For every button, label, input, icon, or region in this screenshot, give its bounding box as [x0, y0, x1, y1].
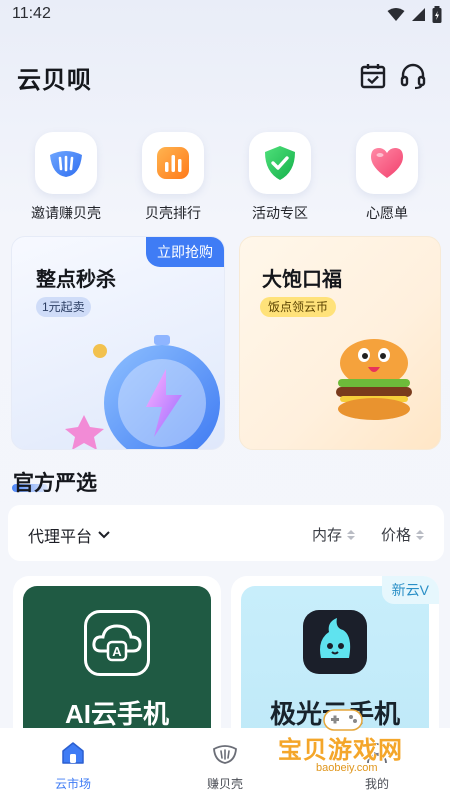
quick-menu-tile	[142, 132, 204, 194]
quick-menu-label: 心愿单	[366, 205, 408, 221]
nav-label: 赚贝壳	[206, 777, 243, 791]
quick-menu-wishlist[interactable]: 心愿单	[337, 132, 437, 223]
quick-menu-label: 邀请赚贝壳	[31, 205, 101, 221]
logo-letter: A	[112, 644, 122, 659]
flash-sale-tag: 1元起卖	[36, 297, 91, 317]
sort-price-label: 价格	[381, 527, 412, 544]
quick-menu-tile	[356, 132, 418, 194]
flash-sale-title: 整点秒杀	[36, 269, 116, 291]
chevron-down-icon	[98, 531, 110, 539]
watermark-text: 宝贝游戏网	[278, 737, 403, 764]
section-title: 官方严选	[13, 472, 97, 495]
shell-icon	[213, 745, 237, 764]
cloud-a-logo-icon: A	[84, 610, 150, 676]
status-icons	[387, 6, 442, 23]
status-bar: 11:42	[0, 0, 450, 28]
bar-chart-icon	[157, 147, 189, 179]
watermark-url: baobeiy.com	[316, 762, 378, 774]
quick-menu-invite[interactable]: 邀请赚贝壳	[16, 132, 116, 223]
food-reward-card[interactable]: 大饱口福 饭点领云币	[239, 236, 441, 450]
quick-menu-label: 贝壳排行	[145, 205, 201, 221]
shell-icon	[50, 151, 82, 177]
flash-sale-card[interactable]: 整点秒杀 1元起卖 立即抢购	[11, 236, 225, 450]
quick-menu-tile	[249, 132, 311, 194]
status-time: 11:42	[12, 5, 51, 22]
food-reward-tag: 饭点领云币	[260, 297, 337, 317]
platform-dropdown-label: 代理平台	[28, 529, 93, 546]
quick-menu-tile	[35, 132, 97, 194]
sort-arrows-icon	[347, 529, 356, 540]
nav-cloud-market[interactable]: 云市场	[28, 740, 118, 792]
shield-check-icon	[265, 146, 295, 180]
quick-menu-label: 活动专区	[252, 205, 308, 221]
quick-menu: 邀请赚贝壳 贝壳排行 活动专区 心愿单	[0, 132, 450, 224]
watermark: 宝贝游戏网 baobeiy.com	[270, 700, 440, 796]
signal-icon	[412, 8, 425, 21]
wifi-icon	[387, 7, 405, 21]
battery-icon	[432, 6, 442, 23]
nav-label: 云市场	[54, 777, 91, 791]
calendar-icon[interactable]	[359, 62, 387, 90]
sort-price[interactable]: 价格	[381, 524, 425, 545]
aurora-mascot-icon	[303, 610, 367, 674]
new-badge: 新云V	[381, 576, 439, 604]
product-name: AI云手机	[64, 699, 169, 729]
filter-bar: 代理平台 内存 价格	[8, 505, 444, 561]
nav-earn-shells[interactable]: 赚贝壳	[180, 740, 270, 792]
food-reward-title: 大饱口福	[262, 269, 342, 291]
sort-memory[interactable]: 内存	[312, 524, 356, 545]
stopwatch-lightning-illustration	[65, 335, 220, 449]
burger-illustration	[336, 339, 412, 420]
sort-arrows-icon	[416, 529, 425, 540]
quick-menu-events[interactable]: 活动专区	[230, 132, 330, 223]
sort-memory-label: 内存	[312, 527, 343, 544]
buy-now-badge[interactable]: 立即抢购	[146, 237, 224, 267]
quick-menu-ranking[interactable]: 贝壳排行	[123, 132, 223, 223]
headset-icon[interactable]	[399, 62, 427, 90]
home-icon	[62, 742, 84, 764]
platform-dropdown[interactable]: 代理平台	[28, 523, 110, 547]
heart-icon	[371, 148, 403, 178]
app-title: 云贝呗	[17, 67, 92, 94]
